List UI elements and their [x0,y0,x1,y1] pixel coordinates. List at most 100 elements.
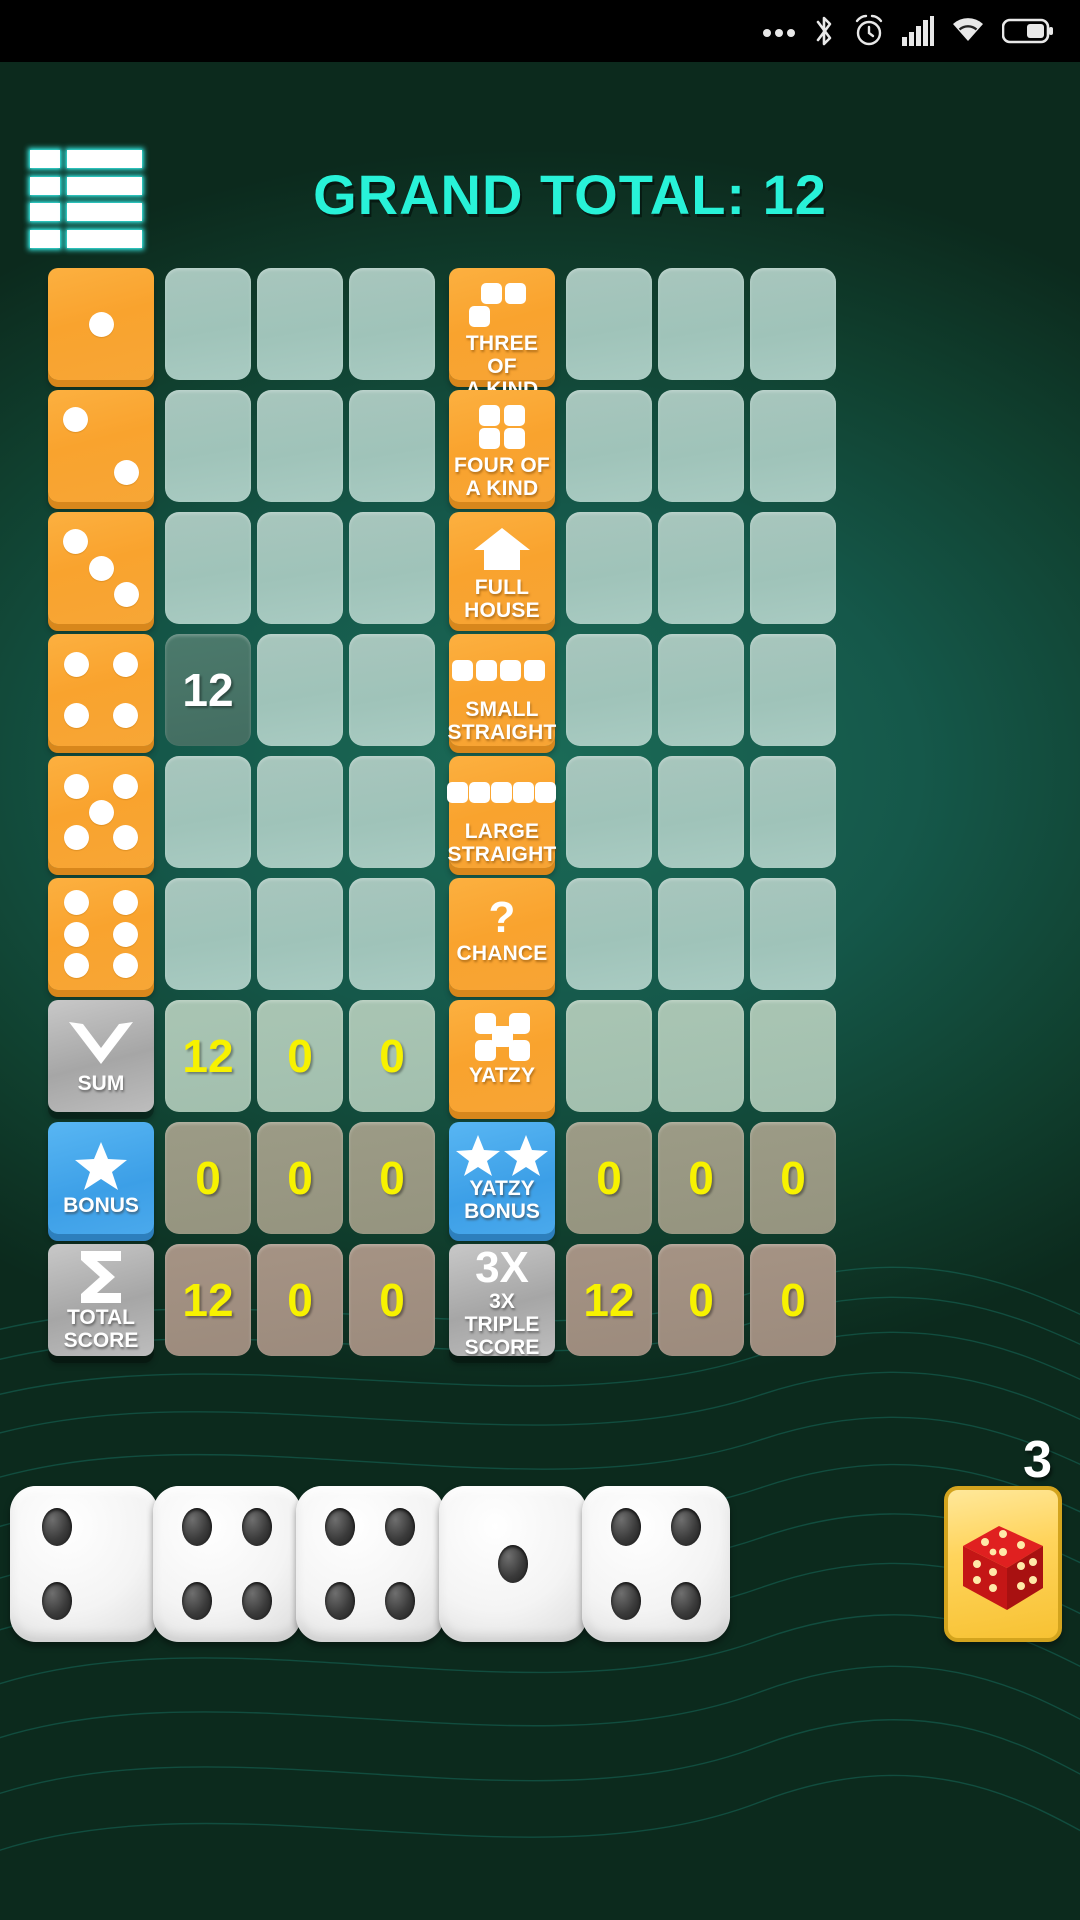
score-cell-right-r6-c0[interactable] [566,1000,652,1112]
score-cell-left-r3-c0[interactable]: 12 [165,634,251,746]
die-pip [325,1582,356,1621]
score-cell-left-r8-c0[interactable]: 12 [165,1244,251,1356]
large-straight-tile[interactable]: LARGE STRAIGHT [447,756,556,868]
dice-pip [64,703,90,729]
die-1[interactable] [10,1486,158,1642]
score-cell-right-r5-c2[interactable] [750,878,836,990]
small-straight-tile[interactable]: SMALL STRAIGHT [447,634,557,746]
score-cell-left-r7-c2[interactable]: 0 [349,1122,435,1234]
three-of-a-kind-icon [459,282,545,328]
score-cell-left-r7-c1[interactable]: 0 [257,1122,343,1234]
score-cell-left-r0-c0[interactable] [165,268,251,380]
score-cell-left-r4-c1[interactable] [257,756,343,868]
score-cell-left-r5-c2[interactable] [349,878,435,990]
score-cell-right-r0-c2[interactable] [750,268,836,380]
score-cell-right-r1-c2[interactable] [750,390,836,502]
dice-pip [88,799,114,825]
game-board: GRAND TOTAL: 12 x1 x2 x3 x1 x2 x3 THREE … [0,62,1080,1920]
tile-label-line: A KIND [465,477,539,500]
die-4[interactable] [439,1486,587,1642]
die-5[interactable] [582,1486,730,1642]
three-of-a-kind-tile[interactable]: THREE OFA KIND [449,268,555,401]
score-cell-left-r2-c1[interactable] [257,512,343,624]
dice-pip [64,651,90,677]
score-cell-right-r1-c1[interactable] [658,390,744,502]
score-cell-left-r1-c2[interactable] [349,390,435,502]
score-cell-left-r6-c1[interactable]: 0 [257,1000,343,1112]
yatzy-tile[interactable]: YATZY [449,1000,555,1112]
score-cell-left-r2-c2[interactable] [349,512,435,624]
score-cell-left-r1-c1[interactable] [257,390,343,502]
score-cell-left-r2-c0[interactable] [165,512,251,624]
score-cell-right-r3-c2[interactable] [750,634,836,746]
score-cell-right-r7-c1[interactable]: 0 [658,1122,744,1234]
score-cell-right-r1-c0[interactable] [566,390,652,502]
tile-label-line: CHANCE [456,942,548,965]
tile-label-line: STRAIGHT [447,721,557,744]
total-score-tile[interactable]: TOTAL SCORE [48,1244,154,1356]
cell-score-value: 12 [583,1274,635,1326]
score-cell-left-r0-c2[interactable] [349,268,435,380]
score-cell-right-r8-c2[interactable]: 0 [750,1244,836,1356]
score-cell-right-r4-c1[interactable] [658,756,744,868]
yatzy-bonus-tile[interactable]: YATZY BONUS [449,1122,555,1234]
score-cell-right-r4-c0[interactable] [566,756,652,868]
score-cell-left-r6-c2[interactable]: 0 [349,1000,435,1112]
score-cell-left-r1-c0[interactable] [165,390,251,502]
score-cell-right-r3-c1[interactable] [658,634,744,746]
score-cell-right-r8-c0[interactable]: 12 [566,1244,652,1356]
score-cell-left-r4-c0[interactable] [165,756,251,868]
score-cell-right-r2-c1[interactable] [658,512,744,624]
bonus-tile[interactable]: BONUS [48,1122,154,1234]
score-cell-right-r8-c1[interactable]: 0 [658,1244,744,1356]
cellular-signal-icon [902,16,934,46]
roll-dice-button[interactable] [944,1486,1062,1642]
star-icon [73,1140,129,1194]
die-3[interactable] [296,1486,444,1642]
score-cell-left-r6-c0[interactable]: 12 [165,1000,251,1112]
score-cell-right-r0-c0[interactable] [566,268,652,380]
tile-label-line: FULL [474,576,530,599]
dice-face-6[interactable] [48,878,154,990]
score-cell-right-r5-c1[interactable] [658,878,744,990]
score-cell-right-r5-c0[interactable] [566,878,652,990]
score-cell-left-r8-c2[interactable]: 0 [349,1244,435,1356]
score-cell-left-r8-c1[interactable]: 0 [257,1244,343,1356]
tile-label-line: SUM [77,1071,125,1095]
cell-score-value: 0 [688,1274,714,1326]
four-of-a-kind-icon [459,404,545,450]
score-cell-left-r3-c2[interactable] [349,634,435,746]
dice-face-1[interactable] [48,268,154,380]
die-pip [42,1507,73,1546]
dice-face-4[interactable] [48,634,154,746]
score-cell-right-r4-c2[interactable] [750,756,836,868]
score-cell-right-r7-c2[interactable]: 0 [750,1122,836,1234]
dice-tray [0,1486,1080,1666]
triple-score-tile[interactable]: 3X 3X TRIPLE SCORE [449,1243,555,1359]
die-2[interactable] [153,1486,301,1642]
tile-label-line: 3X [489,1289,515,1313]
dice-pip [63,406,89,432]
score-cell-left-r0-c1[interactable] [257,268,343,380]
full-house-tile[interactable]: FULL HOUSE [449,512,555,624]
four-of-a-kind-tile[interactable]: FOUR OF A KIND [449,390,555,502]
score-cell-right-r2-c0[interactable] [566,512,652,624]
score-cell-left-r5-c1[interactable] [257,878,343,990]
score-cell-right-r0-c1[interactable] [658,268,744,380]
score-cell-right-r3-c0[interactable] [566,634,652,746]
score-cell-right-r6-c1[interactable] [658,1000,744,1112]
score-cell-right-r7-c0[interactable]: 0 [566,1122,652,1234]
dice-face-5[interactable] [48,756,154,868]
tile-label-line: SCORE [63,1329,139,1352]
sum-tile[interactable]: SUM [48,1000,154,1112]
dice-pip [112,890,138,916]
score-cell-left-r4-c2[interactable] [349,756,435,868]
score-cell-right-r2-c2[interactable] [750,512,836,624]
score-cell-left-r7-c0[interactable]: 0 [165,1122,251,1234]
score-cell-left-r3-c1[interactable] [257,634,343,746]
chance-tile[interactable]: ? CHANCE [449,878,555,990]
dice-face-3[interactable] [48,512,154,624]
dice-face-2[interactable] [48,390,154,502]
score-cell-left-r5-c0[interactable] [165,878,251,990]
score-cell-right-r6-c2[interactable] [750,1000,836,1112]
